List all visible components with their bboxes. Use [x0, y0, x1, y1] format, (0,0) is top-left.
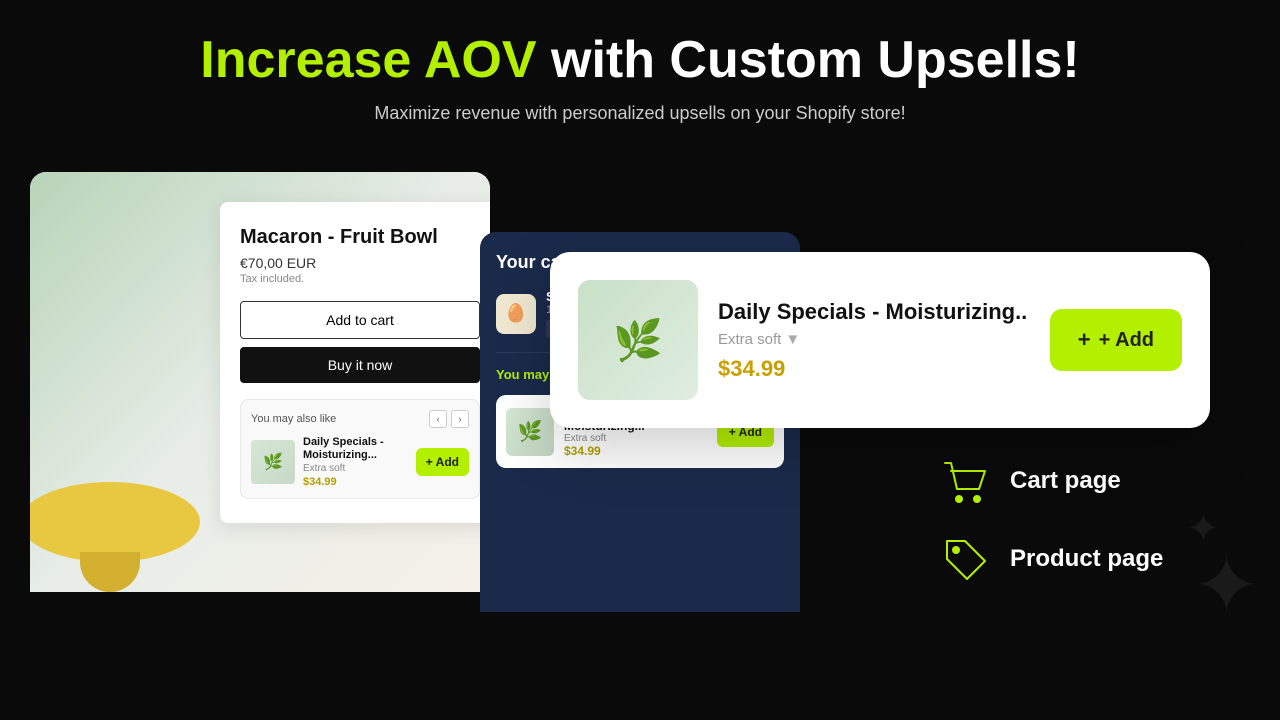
upsell-product-variant: Extra soft [303, 463, 408, 474]
upsell-image-placeholder: 🌿 [251, 440, 295, 484]
upsell-nav: ‹ › [429, 410, 469, 428]
add-upsell-button[interactable]: + Add [416, 448, 469, 476]
cart-page-label: Cart page [1010, 467, 1121, 495]
popup-product-name: Daily Specials - Moisturizing.. [718, 299, 1030, 325]
star-decoration-2: ✦ [1186, 506, 1220, 552]
upsell-product-name: Daily Specials - Moisturizing... [303, 436, 408, 462]
popup-add-plus: + [1078, 327, 1091, 353]
cart-item-image: 🥚 [496, 294, 536, 334]
cart-upsell-price: $34.99 [564, 444, 707, 458]
product-page-mockup: Macaron - Fruit Bowl €70,00 EUR Tax incl… [30, 172, 490, 592]
header: Increase AOV with Custom Upsells! Maximi… [0, 0, 1280, 152]
cart-icon [940, 456, 990, 506]
product-title: Macaron - Fruit Bowl [240, 226, 480, 249]
headline-white: with Custom Upsells! [537, 31, 1080, 89]
tag-icon [940, 534, 990, 584]
product-card: Macaron - Fruit Bowl €70,00 EUR Tax incl… [220, 202, 490, 522]
cart-upsell-variant: Extra soft [564, 433, 707, 444]
upsell-product-info: Daily Specials - Moisturizing... Extra s… [303, 436, 408, 487]
popup-image-placeholder: 🌿 [578, 280, 698, 400]
add-to-cart-button[interactable]: Add to cart [240, 301, 480, 339]
product-tax: Tax included. [240, 273, 480, 285]
star-decoration-1: ✦ [1193, 539, 1260, 632]
popup-add-button[interactable]: + + Add [1050, 309, 1182, 371]
upsell-product-price: $34.99 [303, 476, 408, 488]
popup-product-price: $34.99 [718, 356, 1030, 382]
bowl-decoration [30, 422, 230, 592]
popup-product-image: 🌿 [578, 280, 698, 400]
bowl-base [80, 552, 140, 592]
upsell-type-cart: Cart page [940, 456, 1240, 506]
upsell-product-image: 🌿 [251, 440, 295, 484]
headline-green: Increase AOV [200, 31, 536, 89]
cart-upsell-image: 🌿 [506, 408, 554, 456]
product-page-label: Product page [1010, 545, 1163, 573]
upsell-section-label: You may also like [251, 413, 336, 425]
bowl-circle [30, 482, 200, 562]
product-price: €70,00 EUR [240, 255, 480, 271]
product-upsell-widget: You may also like ‹ › 🌿 Daily Specials -… [240, 399, 480, 498]
prev-arrow[interactable]: ‹ [429, 410, 447, 428]
content-area: Macaron - Fruit Bowl €70,00 EUR Tax incl… [0, 152, 1280, 672]
main-headline: Increase AOV with Custom Upsells! [20, 32, 1260, 89]
popup-product-variant: Extra soft ▼ [718, 331, 1030, 348]
next-arrow[interactable]: › [451, 410, 469, 428]
popup-add-label: + Add [1099, 329, 1154, 352]
floating-upsell-popup: 🌿 Daily Specials - Moisturizing.. Extra … [550, 252, 1210, 428]
buy-now-button[interactable]: Buy it now [240, 347, 480, 383]
upsell-item: 🌿 Daily Specials - Moisturizing... Extra… [251, 436, 469, 487]
sub-headline: Maximize revenue with personalized upsel… [20, 103, 1260, 124]
upsell-widget-header: You may also like ‹ › [251, 410, 469, 428]
popup-product-info: Daily Specials - Moisturizing.. Extra so… [718, 299, 1030, 382]
